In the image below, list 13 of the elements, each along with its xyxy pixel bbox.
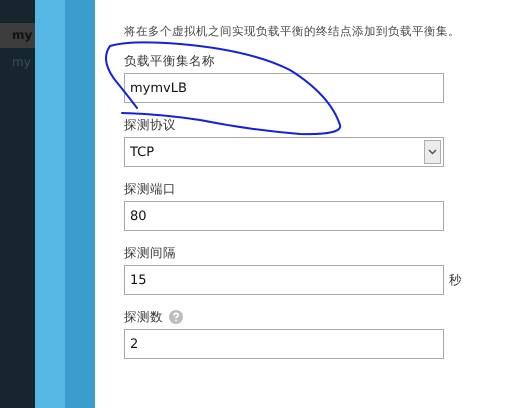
- unit-label: 秒: [449, 272, 462, 288]
- description-text: 将在多个虚拟机之间实现负载平衡的终结点添加到负载平衡集。: [124, 24, 461, 39]
- input-field[interactable]: 15: [124, 265, 444, 295]
- input-field[interactable]: 2: [124, 329, 444, 359]
- field-label: 负载平衡集名称: [124, 52, 215, 70]
- field-label: 探测协议: [124, 116, 176, 134]
- field-label: 探测数: [124, 308, 163, 326]
- input-field[interactable]: mymvLB: [124, 73, 444, 103]
- caret-icon[interactable]: [424, 140, 441, 164]
- field-label: 探测间隔: [124, 244, 176, 262]
- field-label: 探测端口: [124, 180, 176, 198]
- protocol-dropdown[interactable]: TCP: [124, 137, 444, 167]
- input-field[interactable]: 80: [124, 201, 444, 231]
